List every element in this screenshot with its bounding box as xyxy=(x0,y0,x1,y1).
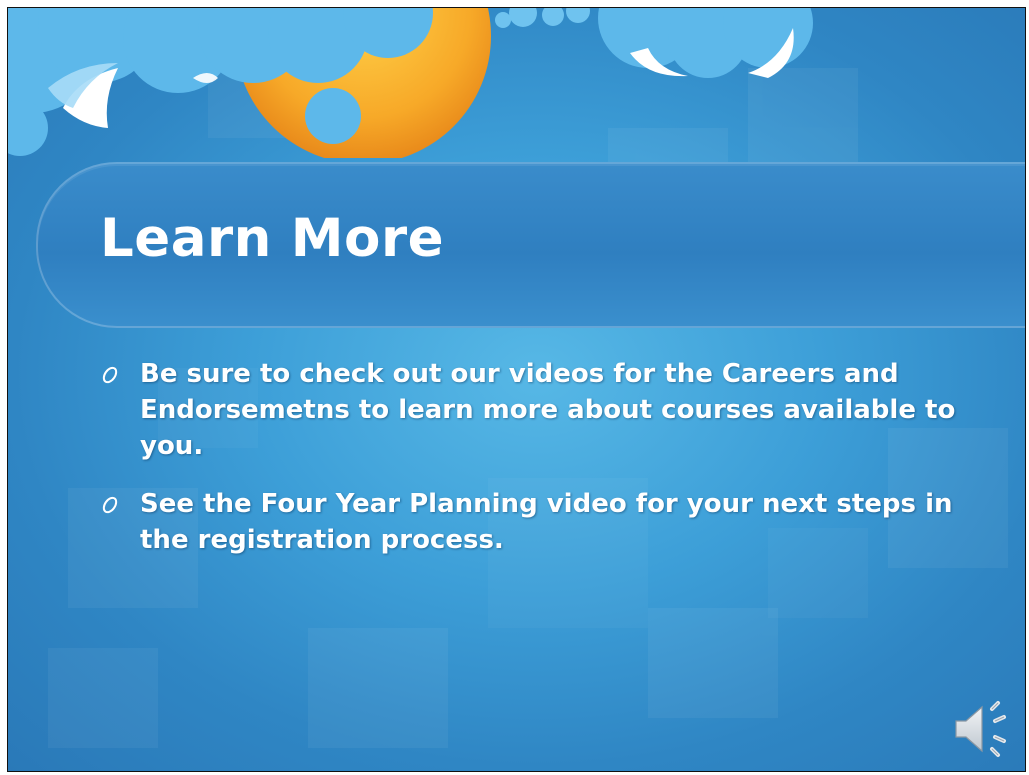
bullet-text: Be sure to check out our videos for the … xyxy=(140,359,956,461)
list-item: Be sure to check out our videos for the … xyxy=(96,356,976,464)
list-item: See the Four Year Planning video for you… xyxy=(96,486,976,558)
slide-title: Learn More xyxy=(100,208,445,269)
sun-icon xyxy=(235,8,491,158)
ring-bullet-icon xyxy=(102,496,118,514)
speaker-icon[interactable] xyxy=(952,699,1016,759)
bullet-text: See the Four Year Planning video for you… xyxy=(140,489,953,555)
ring-bullet-icon xyxy=(102,366,118,384)
slide: Learn More Be sure to check out our vide… xyxy=(7,7,1026,772)
sun-and-clouds-decoration xyxy=(8,8,813,158)
bullet-list: Be sure to check out our videos for the … xyxy=(96,356,976,580)
